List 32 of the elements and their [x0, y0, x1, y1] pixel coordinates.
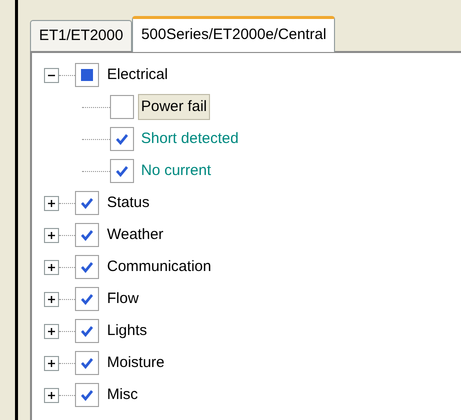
tree-item[interactable]: Electrical	[104, 62, 171, 88]
checkbox[interactable]	[75, 191, 99, 215]
tree-item[interactable]: Status	[104, 190, 153, 216]
expand-icon[interactable]	[44, 228, 59, 242]
tree-item[interactable]: Moisture	[104, 350, 168, 376]
tab[interactable]: 500Series/ET2000e/Central	[132, 16, 336, 52]
expand-icon[interactable]	[44, 292, 59, 306]
checkbox[interactable]	[110, 95, 134, 119]
expand-icon[interactable]	[44, 356, 59, 370]
tree-item[interactable]: Short detected	[138, 126, 242, 152]
checkbox[interactable]	[110, 127, 134, 151]
tree-item[interactable]: No current	[138, 158, 214, 184]
checkbox[interactable]	[75, 255, 99, 279]
collapse-icon[interactable]	[44, 68, 59, 82]
checkbox[interactable]	[75, 319, 99, 343]
expand-icon[interactable]	[44, 388, 59, 402]
checkbox[interactable]	[75, 287, 99, 311]
tree-item[interactable]: Communication	[104, 254, 214, 280]
tree-item[interactable]: Flow	[104, 286, 142, 312]
expand-icon[interactable]	[44, 324, 59, 338]
tree-item[interactable]: Lights	[104, 318, 150, 344]
tree-item[interactable]: Weather	[104, 222, 166, 248]
checkbox[interactable]	[110, 159, 134, 183]
checkbox[interactable]	[75, 383, 99, 407]
checkbox[interactable]	[75, 351, 99, 375]
tree-item[interactable]: Misc	[104, 382, 141, 408]
checkbox[interactable]	[75, 63, 99, 87]
tab[interactable]: ET1/ET2000	[30, 20, 132, 51]
expand-icon[interactable]	[44, 196, 59, 210]
checkbox[interactable]	[75, 223, 99, 247]
tree-item[interactable]: Power fail	[138, 94, 210, 120]
expand-icon[interactable]	[44, 260, 59, 274]
